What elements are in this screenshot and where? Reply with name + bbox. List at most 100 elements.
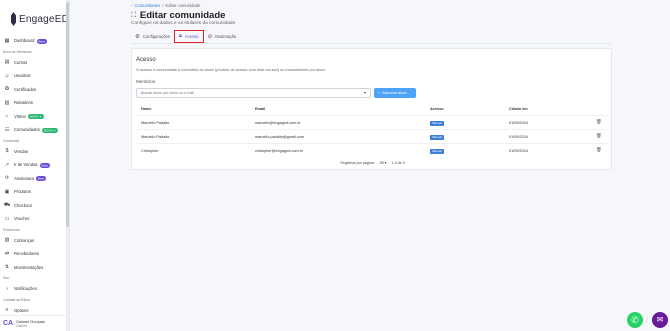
sidebar: EngageED ▦ Dashboard Beta Área de Membros ▤ C… [0, 0, 70, 331]
column-header-access[interactable]: Acesso [430, 107, 444, 111]
members-label: Membros [136, 79, 156, 84]
community-icon: ⛶ [131, 11, 136, 19]
logo-text: EngageED [19, 13, 69, 25]
sidebar-item-label: Vendas [14, 148, 28, 154]
sidebar-section-title: Área de Membros [3, 49, 32, 54]
sidebar-item-cobran-as[interactable]: ▧ Cobranças [0, 234, 69, 248]
rows-per-page-select[interactable]: 25 ▾ [380, 161, 387, 165]
breadcrumb-separator: / [162, 3, 164, 8]
sidebar-item-label: Relatórios [14, 100, 33, 106]
money-icon: $ [5, 148, 9, 155]
sidebar-item-ir-de-vendas[interactable]: ↗ Ir de Vendas Beta [0, 158, 69, 172]
tab-bar: ⚙ Configurações 🔒︎ Acesso ⊘ Moderação [131, 30, 240, 43]
sidebar-item-label: Cobranças [14, 237, 35, 243]
member-name: Marcello Padalto [141, 121, 170, 125]
trash-icon[interactable]: 🗑︎ [596, 147, 602, 153]
search-placeholder: Buscar aluno por nome ou e-mail [141, 91, 194, 95]
sidebar-item-badge: NOVO ✦ [27, 114, 44, 120]
app-logo[interactable]: EngageED [0, 0, 69, 34]
cart-icon: ⛟ [4, 202, 11, 209]
chevron-down-icon[interactable]: ▾ [364, 89, 366, 97]
sidebar-item-comunidades[interactable]: ☷ Comunidades NOVO ✦ [0, 123, 69, 137]
whatsapp-icon: ✆ [631, 315, 639, 325]
gear-icon: ⚙ [135, 33, 140, 40]
tab-label: Acesso [184, 34, 199, 39]
sidebar-item-checkout[interactable]: ⛟ Checkout [0, 199, 69, 213]
options-icon: ≡ [5, 307, 9, 314]
chat-button[interactable]: ✉ [652, 312, 668, 328]
member-search-select[interactable]: Buscar aluno por nome ou e-mail ▾ [136, 88, 371, 98]
add-student-button[interactable]: + Adicionar aluno [374, 88, 416, 98]
card-description: O acesso à comunidade é concedido ao alu… [136, 68, 327, 72]
sidebar-section-title: Comercial [3, 138, 20, 143]
page-title-text: Editar comunidade [139, 10, 226, 21]
rows-per-page-value: 25 [379, 161, 384, 165]
sidebar-item-label: Cursos [14, 59, 28, 65]
logo-icon [11, 12, 17, 26]
member-email: marcello.padalto@gmail.com [255, 135, 305, 139]
sidebar-item-label: Dashboard Beta [14, 38, 47, 44]
sidebar-item-movimenta-es[interactable]: ⇅ Movimentações [0, 261, 69, 275]
tab-moderacao[interactable]: ⊘ Moderação [204, 30, 241, 43]
sidebar-scrollbar-thumb[interactable] [66, 2, 69, 227]
sidebar-item-recebedores[interactable]: ⇄ Recebedores [0, 247, 69, 261]
sidebar-section-title: Financeiro [3, 227, 20, 232]
billing-icon: ▧ [4, 237, 10, 244]
column-header-name[interactable]: Nome [141, 107, 152, 111]
sidebar-item-vendas[interactable]: $ Vendas [0, 145, 69, 159]
breadcrumb-link[interactable]: Comunidades [134, 3, 160, 8]
sidebar-item-label: Options [14, 307, 29, 313]
pagination: Registros por página: 25 ▾ 1-3 de 3 [132, 161, 613, 165]
sidebar-item-assinatura[interactable]: ⟳ Assinatura Beta [0, 172, 69, 186]
sidebar-item-badge: Beta [35, 176, 46, 182]
access-card: Acesso O acesso à comunidade é concedido… [131, 48, 612, 170]
chevron-left-icon[interactable]: ‹ [131, 3, 132, 8]
subscription-icon: ⟳ [4, 175, 10, 182]
sidebar-item-usu-rios[interactable]: ☺ Usuários [0, 69, 69, 83]
box-icon: ▣ [4, 188, 10, 195]
sidebar-nav: ▦ Dashboard Beta Área de Membros ▤ Cursos ☺ Usu… [0, 34, 69, 317]
voucher-icon: ▭ [4, 215, 10, 222]
tab-configuracoes[interactable]: ⚙ Configurações [131, 30, 174, 43]
member-email: cristopher@engaged.com.br [255, 149, 303, 153]
trash-icon[interactable]: 🗑︎ [596, 119, 602, 125]
tab-acesso[interactable]: 🔒︎ Acesso [173, 30, 204, 43]
sidebar-item-label: Certificados [14, 86, 37, 92]
table-row: Cristopher cristopher@engaged.com.br Manua… [136, 143, 608, 157]
pagination-range: 1-3 de 3 [391, 161, 405, 165]
sidebar-item-relat-rios[interactable]: ▥ Relatórios [0, 96, 69, 110]
trash-icon[interactable]: 🗑︎ [596, 133, 602, 139]
page-title: ⛶ Editar comunidade [131, 10, 225, 21]
sidebar-item-certificados[interactable]: ✪ Certificados [0, 83, 69, 97]
created-date: 01/09/2024 [509, 121, 529, 125]
tab-label: Moderação [215, 34, 237, 39]
chat-icon: ✉ [656, 315, 664, 324]
transactions-icon: ⇅ [4, 264, 10, 271]
certificate-icon: ✪ [4, 86, 10, 93]
sidebar-item-label: Comunidades NOVO ✦ [14, 127, 59, 133]
sidebar-item-vitrine[interactable]: ⌂ Vitrine NOVO ✦ [0, 110, 69, 124]
sidebar-item-badge: Beta [36, 38, 47, 44]
community-icon: ☷ [4, 126, 10, 133]
sidebar-item-label: Usuários [14, 73, 31, 79]
sidebar-item-label: Produtos [14, 189, 31, 195]
sidebar-item-dashboard[interactable]: ▦ Dashboard Beta [0, 34, 69, 48]
member-email: marcello@engaged.com.br [255, 121, 301, 125]
table-header: Nome Email Acesso Criado em [136, 107, 608, 115]
sidebar-item-notifica-es[interactable]: ♪ Notificações [0, 282, 69, 296]
sidebar-section-title: Seu [3, 276, 10, 280]
member-name: Cristopher [141, 149, 159, 153]
moderation-icon: ⊘ [207, 33, 213, 40]
access-badge: Manual [430, 121, 444, 126]
user-profile[interactable]: CA Gabriel Gonçalo Gabriel [0, 315, 66, 331]
access-badge: Manual [430, 149, 444, 154]
column-header-email[interactable]: Email [255, 107, 265, 111]
sidebar-item-voucher[interactable]: ▭ Voucher [0, 212, 69, 226]
sidebar-item-produtos[interactable]: ▣ Produtos [0, 185, 69, 199]
bell-icon: ♪ [5, 285, 9, 292]
user-role: Gabriel [16, 324, 28, 328]
column-header-created[interactable]: Criado em [509, 107, 528, 111]
store-icon: ⌂ [5, 113, 9, 120]
sidebar-item-cursos[interactable]: ▤ Cursos [0, 56, 69, 70]
whatsapp-button[interactable]: ✆ [627, 312, 643, 328]
